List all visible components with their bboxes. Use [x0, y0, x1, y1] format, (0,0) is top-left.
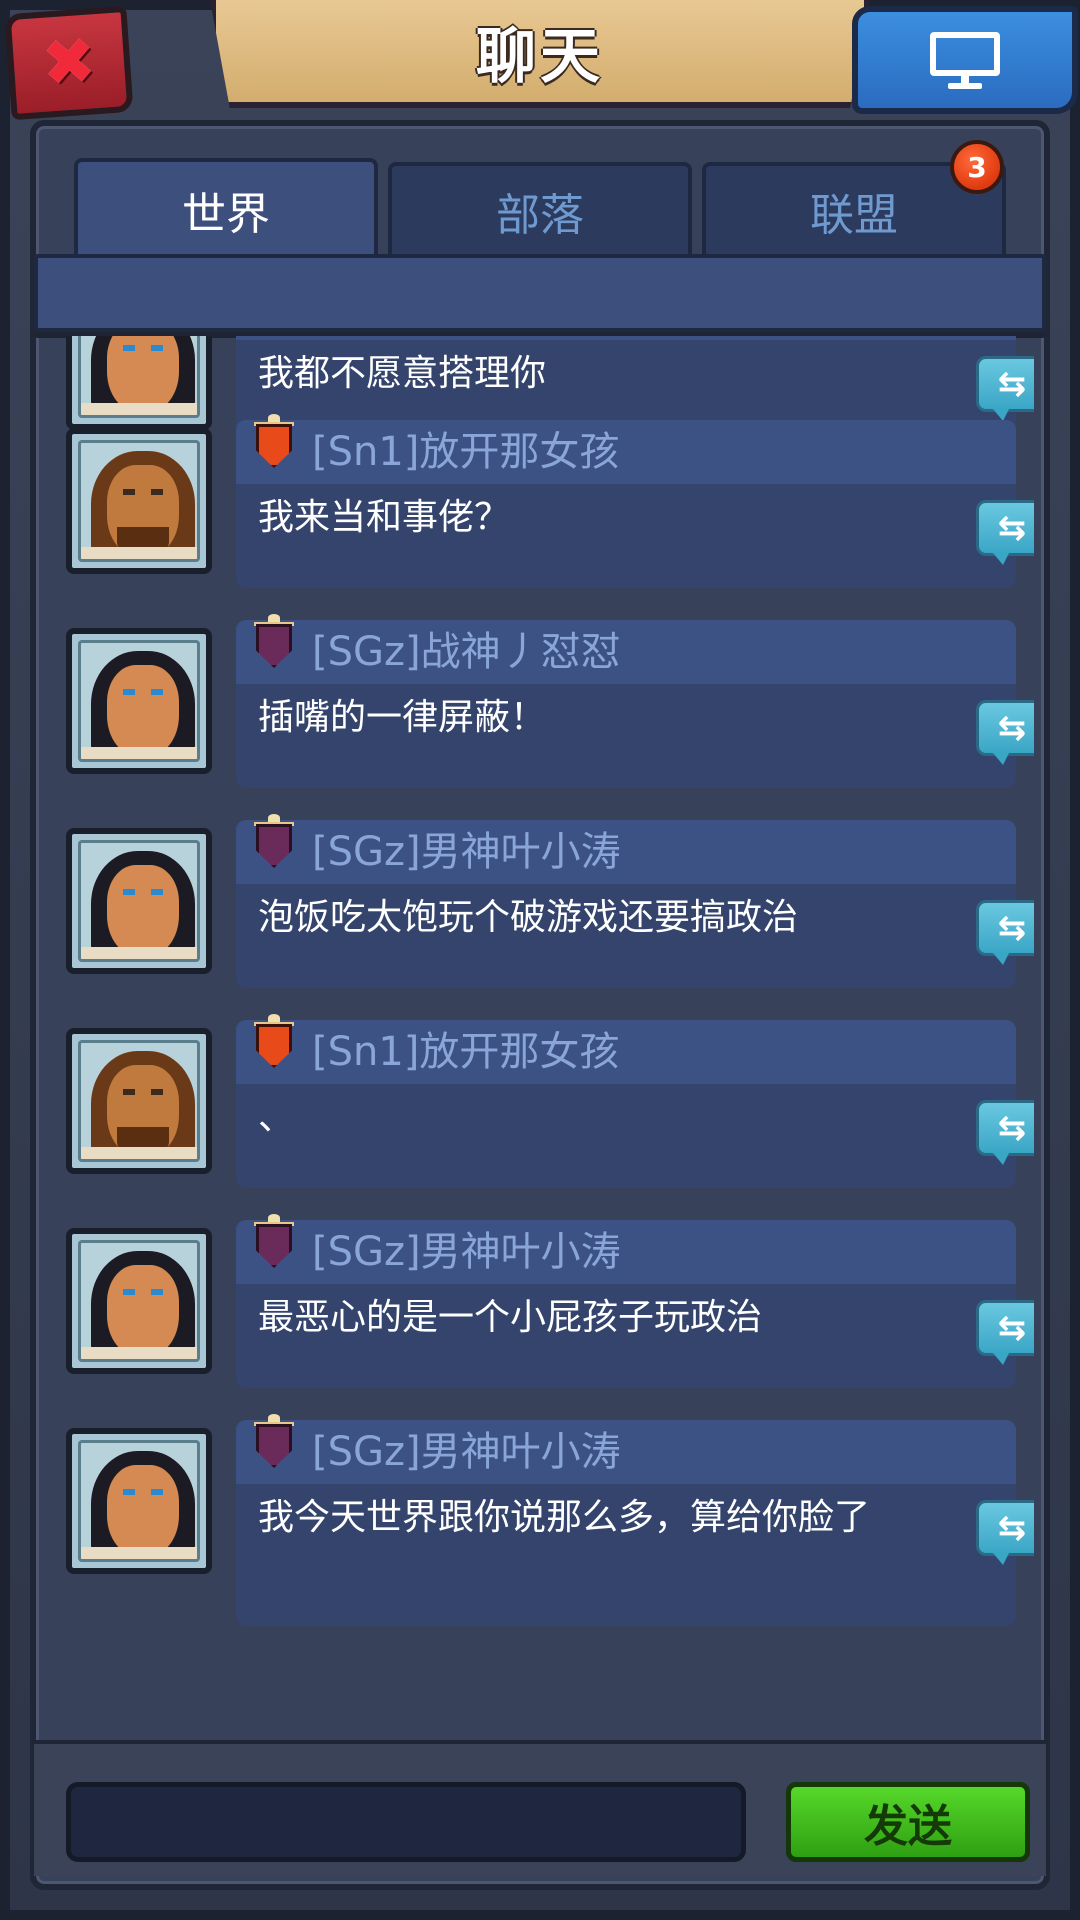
sender-name[interactable]: [Sn1]放开那女孩 [312, 1024, 619, 1080]
swap-arrows-icon: ⇆ [997, 1108, 1027, 1148]
message-item: [SGz]男神叶小涛 泡饭吃太饱玩个破游戏还要搞政治 ⇆ [50, 814, 1034, 1020]
rank-banner-icon [254, 414, 294, 476]
swap-arrows-icon: ⇆ [997, 508, 1027, 548]
translate-button[interactable]: ⇆ [976, 500, 1034, 565]
sender-name[interactable]: [SGz]战神丿怼怼 [312, 624, 621, 680]
message-header: [SGz]男神叶小涛 [236, 814, 1016, 884]
sender-name[interactable]: [SGz]男神叶小涛 [312, 1424, 621, 1480]
message-text: 、 [258, 1097, 295, 1138]
translate-button[interactable]: ⇆ [976, 900, 1034, 965]
send-button[interactable]: 发送 [786, 1782, 1030, 1862]
player-avatar[interactable] [66, 336, 212, 430]
message-text: 我来当和事佬？ [258, 497, 511, 538]
rank-banner-icon [254, 814, 294, 876]
page-title: 聊天 [476, 21, 604, 92]
rank-banner-icon [254, 1014, 294, 1076]
translate-button[interactable]: ⇆ [976, 1500, 1034, 1565]
message-bubble: [Sn1]放开那女孩 、 ⇆ [236, 1014, 1034, 1188]
monitor-icon [930, 32, 1000, 89]
message-item: [SGz]男神叶小涛 我今天世界跟你说那么多，算给你脸了 ⇆ [50, 1414, 1034, 1626]
rank-banner-icon [254, 614, 294, 676]
swap-arrows-icon: ⇆ [997, 908, 1027, 948]
tab-tribe[interactable]: 部落 [388, 162, 692, 256]
player-avatar[interactable] [66, 1428, 212, 1574]
chat-input[interactable] [66, 1782, 746, 1862]
player-avatar[interactable] [66, 1228, 212, 1374]
rank-banner-icon [254, 1214, 294, 1276]
message-bubble: [Sn1]放开那女孩 我来当和事佬？ ⇆ [236, 414, 1034, 588]
message-header: [SGz]男神叶小涛 [236, 1214, 1016, 1284]
message-text: 我今天世界跟你说那么多，算给你脸了 [258, 1497, 871, 1538]
message-item: [SGz]战神丿怼怼 插嘴的一律屏蔽！ ⇆ [50, 614, 1034, 820]
message-text: 泡饭吃太饱玩个破游戏还要搞政治 [258, 897, 799, 938]
message-header: [SGz]男神叶小涛 [236, 1414, 1016, 1484]
swap-arrows-icon: ⇆ [997, 708, 1027, 748]
screen-button[interactable] [852, 6, 1078, 114]
message-header: [SGz]战神丿怼怼 [236, 614, 1016, 684]
message-header: [SGz]男神叶小涛 [236, 336, 1016, 340]
close-button[interactable]: ✖ [4, 5, 134, 121]
translate-button[interactable]: ⇆ [976, 356, 1034, 421]
message-text: 我都不愿意搭理你 [258, 353, 547, 394]
message-bubble: [SGz]男神叶小涛 最恶心的是一个小屁孩子玩政治 ⇆ [236, 1214, 1034, 1388]
translate-button[interactable]: ⇆ [976, 700, 1034, 765]
message-text: 插嘴的一律屏蔽！ [258, 697, 547, 738]
swap-arrows-icon: ⇆ [997, 1308, 1027, 1348]
translate-button[interactable]: ⇆ [976, 1300, 1034, 1365]
message-text: 最恶心的是一个小屁孩子玩政治 [258, 1297, 763, 1338]
title-banner: 聊天 [210, 0, 870, 108]
player-avatar[interactable] [66, 828, 212, 974]
notification-badge: 3 [950, 140, 1004, 194]
sender-name[interactable]: [SGz]男神叶小涛 [312, 1224, 621, 1280]
message-bubble: [SGz]男神叶小涛 我今天世界跟你说那么多，算给你脸了 ⇆ [236, 1414, 1034, 1626]
message-list[interactable]: [SGz]男神叶小涛 我都不愿意搭理你 ⇆ [Sn1]放开那女孩 [50, 336, 1034, 1736]
player-avatar[interactable] [66, 1028, 212, 1174]
translate-button[interactable]: ⇆ [976, 1100, 1034, 1165]
message-header: [Sn1]放开那女孩 [236, 1014, 1016, 1084]
message-bubble: [SGz]男神叶小涛 泡饭吃太饱玩个破游戏还要搞政治 ⇆ [236, 814, 1034, 988]
player-avatar[interactable] [66, 428, 212, 574]
message-bubble: [SGz]战神丿怼怼 插嘴的一律屏蔽！ ⇆ [236, 614, 1034, 788]
swap-arrows-icon: ⇆ [997, 364, 1027, 404]
rank-banner-icon [254, 1414, 294, 1476]
tab-world[interactable]: 世界 [74, 158, 378, 258]
message-header: [Sn1]放开那女孩 [236, 414, 1016, 484]
sender-name[interactable]: [Sn1]放开那女孩 [312, 424, 619, 480]
close-x-icon: ✖ [39, 24, 99, 102]
swap-arrows-icon: ⇆ [997, 1508, 1027, 1548]
message-item: [Sn1]放开那女孩 我来当和事佬？ ⇆ [50, 414, 1034, 620]
tab-content-bar [34, 254, 1046, 332]
player-avatar[interactable] [66, 628, 212, 774]
message-item: [Sn1]放开那女孩 、 ⇆ [50, 1014, 1034, 1220]
sender-name[interactable]: [SGz]男神叶小涛 [312, 824, 621, 880]
message-item: [SGz]男神叶小涛 最恶心的是一个小屁孩子玩政治 ⇆ [50, 1214, 1034, 1420]
